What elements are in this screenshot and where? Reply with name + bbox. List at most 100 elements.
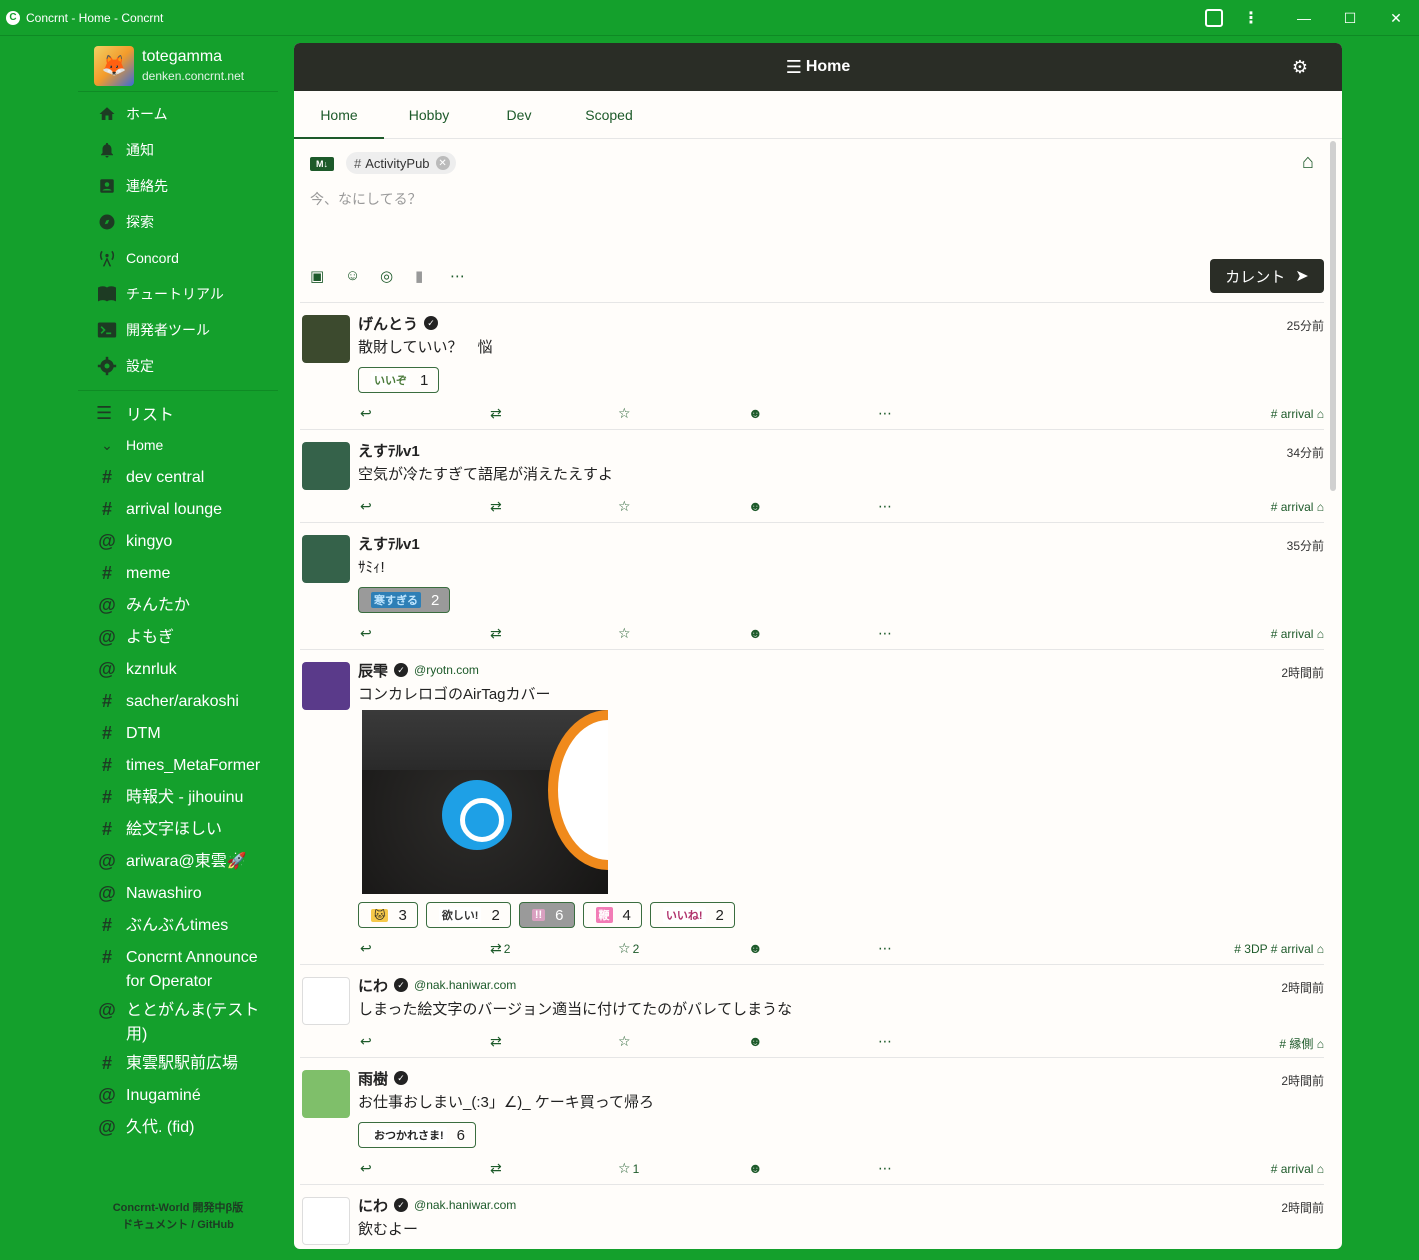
reaction-button[interactable]: !! 6 xyxy=(518,902,575,928)
stream-item[interactable]: @ 久代. (fid) xyxy=(78,1111,278,1143)
avatar[interactable] xyxy=(302,977,350,1025)
maximize-button[interactable]: ☐ xyxy=(1327,0,1373,36)
reply-icon[interactable]: ↩ xyxy=(360,1160,374,1177)
stream-item[interactable]: @ ariwara@東雲🚀 xyxy=(78,845,278,877)
reaction-button[interactable]: 欲しい! 2 xyxy=(425,902,511,928)
author-name[interactable]: えすﾃﾙv1 xyxy=(358,440,420,461)
tab-hobby[interactable]: Hobby xyxy=(384,91,474,138)
reply-icon[interactable]: ↩ xyxy=(360,625,374,642)
timeline-tags[interactable]: # arrival ⌂ xyxy=(1271,627,1324,641)
author-name[interactable]: にわ xyxy=(358,975,388,996)
repost-icon[interactable]: ⇄ xyxy=(490,1033,504,1050)
nav-settings[interactable]: 設定 xyxy=(78,348,278,384)
list-heading[interactable]: ☰ リスト xyxy=(78,397,278,429)
add-reaction-icon[interactable]: ☻ xyxy=(748,498,763,514)
stream-item[interactable]: # ぶんぶんtimes xyxy=(78,909,278,941)
star-icon[interactable]: ☆ xyxy=(618,1033,633,1050)
nav-concord[interactable]: Concord xyxy=(78,240,278,276)
post-time[interactable]: 2時間前 xyxy=(1281,1072,1324,1089)
stream-item[interactable]: # meme xyxy=(78,557,278,589)
add-reaction-icon[interactable]: ☻ xyxy=(748,625,763,641)
author-name[interactable]: 雨樹 xyxy=(358,1068,388,1089)
stream-item[interactable]: @ Inugaminé xyxy=(78,1079,278,1111)
star-icon[interactable]: ☆ xyxy=(618,405,633,422)
post-image[interactable] xyxy=(362,710,608,894)
tab-scoped[interactable]: Scoped xyxy=(564,91,654,138)
reaction-button[interactable]: 寒すぎる 2 xyxy=(358,587,451,613)
more-icon[interactable]: ⋯ xyxy=(878,625,892,642)
post-time[interactable]: 25分前 xyxy=(1287,317,1324,334)
nav-tutorial[interactable]: チュートリアル xyxy=(78,276,278,312)
stream-item[interactable]: # times_MetaFormer xyxy=(78,749,278,781)
star-icon[interactable]: ☆ 2 xyxy=(618,940,639,957)
reply-icon[interactable]: ↩ xyxy=(360,940,374,957)
reply-icon[interactable]: ↩ xyxy=(360,405,374,422)
nav-contacts[interactable]: 連絡先 xyxy=(78,168,278,204)
more-icon[interactable]: ⋯ xyxy=(878,498,892,515)
markdown-icon[interactable]: M↓ xyxy=(310,157,334,171)
stream-item[interactable]: @ Nawashiro xyxy=(78,877,278,909)
timeline-tags[interactable]: # arrival ⌂ xyxy=(1271,1162,1324,1176)
stream-item[interactable]: # 東雲駅駅前広場 xyxy=(78,1047,278,1079)
author-name[interactable]: えすﾃﾙv1 xyxy=(358,533,420,554)
reaction-button[interactable]: 鞭4 xyxy=(582,902,642,928)
stream-item[interactable]: @ kznrluk xyxy=(78,653,278,685)
stream-item[interactable]: @ よもぎ xyxy=(78,621,278,653)
stream-item[interactable]: @ みんたか xyxy=(78,589,278,621)
timeline-tags[interactable]: # arrival ⌂ xyxy=(1271,500,1324,514)
author-handle[interactable]: @nak.haniwar.com xyxy=(414,978,516,992)
post-time[interactable]: 34分前 xyxy=(1287,444,1324,461)
author-name[interactable]: げんとう xyxy=(358,313,418,334)
trash-icon[interactable]: ▮ xyxy=(415,267,450,285)
eye-off-icon[interactable]: ◎ xyxy=(380,267,415,285)
author-name[interactable]: にわ xyxy=(358,1195,388,1216)
reply-icon[interactable]: ↩ xyxy=(360,498,374,515)
author-name[interactable]: 辰雫 xyxy=(358,660,388,681)
author-handle[interactable]: @nak.haniwar.com xyxy=(414,1198,516,1212)
reaction-button[interactable]: いいぞ 1 xyxy=(358,367,440,393)
more-icon[interactable]: ⋯ xyxy=(878,940,892,957)
stream-item[interactable]: @ ととがんま(テスト用) xyxy=(78,994,278,1047)
repost-icon[interactable]: ⇄ 2 xyxy=(490,940,510,957)
star-icon[interactable]: ☆ xyxy=(618,498,633,515)
stream-item[interactable]: # 絵文字ほしい xyxy=(78,813,278,845)
stream-item[interactable]: @ kingyo xyxy=(78,525,278,557)
avatar[interactable] xyxy=(302,315,350,363)
author-handle[interactable]: @ryotn.com xyxy=(414,663,479,677)
add-reaction-icon[interactable]: ☻ xyxy=(748,940,763,956)
tab-home[interactable]: Home xyxy=(294,91,384,139)
repost-icon[interactable]: ⇄ xyxy=(490,625,504,642)
close-button[interactable]: ✕ xyxy=(1373,0,1419,36)
add-reaction-icon[interactable]: ☻ xyxy=(748,405,763,421)
add-reaction-icon[interactable]: ☻ xyxy=(748,1160,763,1176)
post-time[interactable]: 2時間前 xyxy=(1281,1199,1324,1216)
stream-item[interactable]: # arrival lounge xyxy=(78,493,278,525)
stream-item[interactable]: # 時報犬 - jihouinu xyxy=(78,781,278,813)
more-icon[interactable]: ⋯ xyxy=(878,1160,892,1177)
stream-item[interactable]: # DTM xyxy=(78,717,278,749)
reaction-button[interactable]: 🐱 3 xyxy=(358,902,418,928)
post-time[interactable]: 35分前 xyxy=(1287,537,1324,554)
nav-home[interactable]: ホーム xyxy=(78,96,278,132)
repost-icon[interactable]: ⇄ xyxy=(490,1160,504,1177)
extensions-icon[interactable] xyxy=(1205,9,1223,27)
stream-item[interactable]: # Concrnt Announce for Operator xyxy=(78,941,278,994)
repost-icon[interactable]: ⇄ xyxy=(490,405,504,422)
image-icon[interactable]: ▣ xyxy=(310,267,345,285)
repost-icon[interactable]: ⇄ xyxy=(490,498,504,515)
avatar[interactable] xyxy=(302,1197,350,1245)
avatar[interactable] xyxy=(302,1070,350,1118)
scrollbar[interactable] xyxy=(1330,141,1336,491)
home-icon[interactable]: ⌂ xyxy=(1302,151,1314,174)
nav-devtools[interactable]: 開発者ツール xyxy=(78,312,278,348)
more-icon[interactable]: ⋯ xyxy=(878,1033,892,1050)
emoji-icon[interactable]: ☺ xyxy=(345,267,380,285)
post-time[interactable]: 2時間前 xyxy=(1281,664,1324,681)
post-input[interactable]: 今、なにしてる？ xyxy=(310,189,422,209)
more-icon[interactable]: ⋯ xyxy=(878,405,892,422)
avatar[interactable]: 🦊 xyxy=(94,45,134,86)
timeline-tags[interactable]: # arrival ⌂ xyxy=(1271,407,1324,421)
stream-item[interactable]: # sacher/arakoshi xyxy=(78,685,278,717)
reaction-button[interactable]: おつかれさま! 6 xyxy=(358,1122,477,1148)
reaction-button[interactable]: いいね! 2 xyxy=(649,902,735,928)
